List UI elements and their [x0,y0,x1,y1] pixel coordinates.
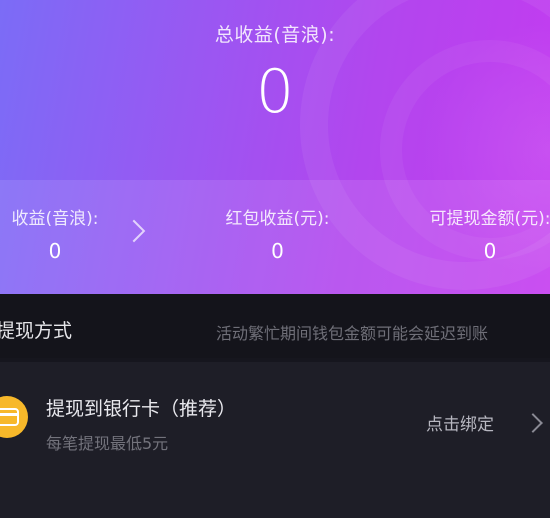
chevron-right-icon[interactable] [523,413,543,433]
total-earnings-label: 总收益(音浪): [214,24,336,46]
earnings-stats-bar: 收益(音浪): 0 红包收益(元): 0 可提现金额(元): 0 [0,180,550,294]
stat-yinlang-earnings[interactable]: 收益(音浪): 0 [0,204,130,263]
bind-button[interactable]: 点击绑定 [426,410,494,435]
delay-notice: 活动繁忙期间钱包金额可能会延迟到账 [216,324,489,343]
method-subtitle: 每笔提现最低5元 [46,434,169,453]
stat-value: 0 [48,239,62,263]
method-title: 提现到银行卡（推荐） [46,398,237,420]
stat-red-packet-earnings: 红包收益(元): 0 [200,204,355,263]
stat-label: 可提现金额(元): [429,209,550,229]
stat-value: 0 [483,239,497,263]
withdraw-method-bank-card[interactable]: 提现到银行卡（推荐） 每笔提现最低5元 点击绑定 [0,362,550,518]
stat-withdrawable-amount: 可提现金额(元): 0 [410,204,550,263]
section-title: 提现方式 [0,320,73,342]
stat-value: 0 [271,239,284,263]
bank-card-icon [0,396,28,438]
stat-label: 收益(音浪): [11,209,99,229]
withdraw-section-header: 提现方式 活动繁忙期间钱包金额可能会延迟到账 [0,294,550,358]
total-earnings-value: 0 [255,57,295,127]
stat-label: 红包收益(元): [225,209,330,229]
earnings-header: 总收益(音浪): 0 收益(音浪): 0 红包收益(元): 0 可提现金额(元)… [0,0,550,294]
